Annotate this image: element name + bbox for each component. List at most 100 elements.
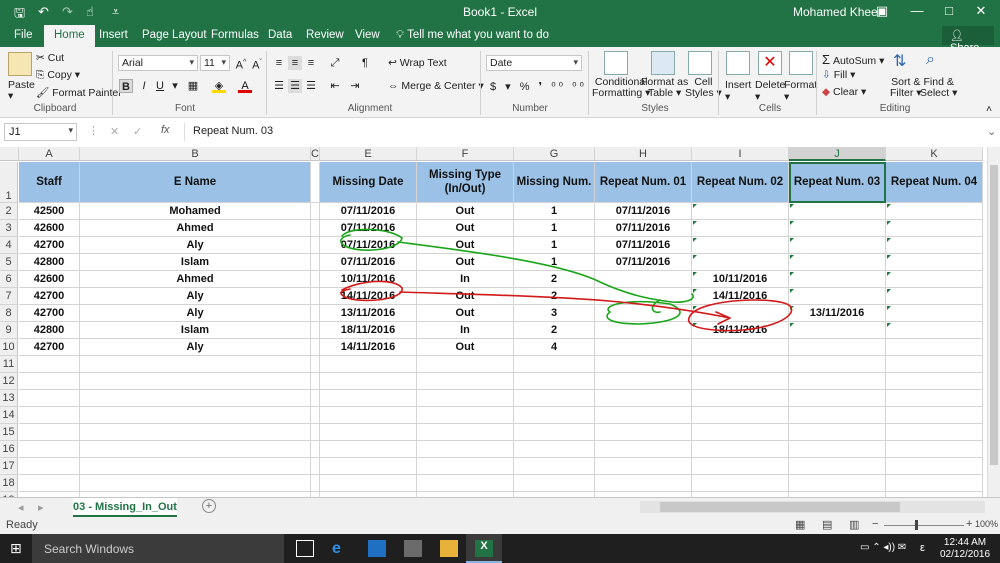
share-button[interactable]: 👤︎ Share [942,26,994,54]
font-name-select[interactable]: Arial [118,55,198,71]
cell-f8[interactable]: Out [417,305,514,322]
cell-j9[interactable] [789,322,886,339]
select-all-corner[interactable] [0,147,19,161]
cell-g15[interactable] [514,424,595,441]
cell-e3[interactable]: 07/11/2016 [320,220,417,237]
zoom-slider-thumb[interactable] [915,520,918,530]
header-cell-b[interactable]: E Name [80,162,311,203]
cell-k8[interactable] [886,305,983,322]
cell-g4[interactable]: 1 [514,237,595,254]
cell-b13[interactable] [80,390,311,407]
cell-b18[interactable] [80,475,311,492]
cell-i2[interactable] [692,203,789,220]
cell-k5[interactable] [886,254,983,271]
header-cell-k[interactable]: Repeat Num. 04 [886,162,983,203]
text-direction-icon[interactable]: ¶ [358,56,372,70]
format-as-table-icon[interactable] [651,51,675,75]
cell-c8[interactable] [311,305,320,322]
row-header-17[interactable]: 17 [0,458,18,475]
cell-i6[interactable]: 10/11/2016 [692,271,789,288]
cell-k16[interactable] [886,441,983,458]
cell-a17[interactable] [19,458,80,475]
cell-h12[interactable] [595,373,692,390]
cell-a5[interactable]: 42800 [19,254,80,271]
cell-e7[interactable]: 14/11/2016 [320,288,417,305]
cell-a3[interactable]: 42600 [19,220,80,237]
cell-f13[interactable] [417,390,514,407]
format-as-table-button[interactable]: Format as Table ▾ [641,77,688,99]
cell-a15[interactable] [19,424,80,441]
cell-j2[interactable] [789,203,886,220]
cell-f3[interactable]: Out [417,220,514,237]
cell-b5[interactable]: Islam [80,254,311,271]
paste-icon[interactable] [8,52,32,76]
cell-h9[interactable] [595,322,692,339]
find-select-button[interactable]: Find & Select ▾ [920,77,957,99]
cell-i15[interactable] [692,424,789,441]
cell-i18[interactable] [692,475,789,492]
horizontal-scrollbar[interactable] [640,501,985,513]
cell-k9[interactable] [886,322,983,339]
cell-h13[interactable] [595,390,692,407]
cell-h14[interactable] [595,407,692,424]
cell-i17[interactable] [692,458,789,475]
cell-e11[interactable] [320,356,417,373]
orientation-icon[interactable]: ⤢ [328,56,342,70]
cell-c4[interactable] [311,237,320,254]
cell-e6[interactable]: 10/11/2016 [320,271,417,288]
align-right-icon[interactable]: ☰ [304,79,318,93]
tab-view[interactable]: View [355,29,380,41]
cell-a16[interactable] [19,441,80,458]
cell-b8[interactable]: Aly [80,305,311,322]
cell-c18[interactable] [311,475,320,492]
prev-sheet-icon[interactable]: ◂ [18,501,24,514]
cell-g14[interactable] [514,407,595,424]
decrease-indent-icon[interactable]: ⇤ [328,79,342,93]
column-header-f[interactable]: F [417,147,514,161]
row-header-14[interactable]: 14 [0,407,18,424]
header-cell-f[interactable]: Missing Type (In/Out) [417,162,514,203]
header-cell-e[interactable]: Missing Date [320,162,417,203]
cell-i12[interactable] [692,373,789,390]
cell-j3[interactable] [789,220,886,237]
wrap-text-button[interactable]: ↩ Wrap Text [388,57,447,69]
cell-e13[interactable] [320,390,417,407]
row-header-16[interactable]: 16 [0,441,18,458]
tab-formulas[interactable]: Formulas [211,29,259,41]
align-left-icon[interactable]: ☰ [272,79,286,93]
h-scroll-thumb[interactable] [660,502,900,512]
task-view-icon[interactable] [296,540,314,557]
row-header-7[interactable]: 7 [0,288,18,305]
column-header-i[interactable]: I [692,147,789,161]
cell-c15[interactable] [311,424,320,441]
cell-k13[interactable] [886,390,983,407]
cell-i16[interactable] [692,441,789,458]
cancel-icon[interactable]: ✕ [110,125,119,138]
expand-formula-icon[interactable]: ⌄ [987,125,996,138]
close-button[interactable]: ✕ [966,3,996,19]
cell-j16[interactable] [789,441,886,458]
cell-g9[interactable]: 2 [514,322,595,339]
cell-e2[interactable]: 07/11/2016 [320,203,417,220]
cell-h18[interactable] [595,475,692,492]
cell-k2[interactable] [886,203,983,220]
cell-j4[interactable] [789,237,886,254]
cell-e18[interactable] [320,475,417,492]
cell-c3[interactable] [311,220,320,237]
insert-cells-icon[interactable] [726,51,750,75]
cell-c13[interactable] [311,390,320,407]
row-header-3[interactable]: 3 [0,220,18,237]
cut-button[interactable]: ✂ Cut [36,52,64,64]
clear-button[interactable]: ◆ Clear ▾ [822,86,866,98]
windows-start-icon[interactable]: ⊞ [10,540,22,557]
cell-b3[interactable]: Ahmed [80,220,311,237]
minimize-button[interactable]: — [902,3,932,18]
format-painter-button[interactable]: 🖌︎ Format Painter [36,86,122,99]
align-middle-icon[interactable]: ≡ [288,56,302,70]
normal-view-icon[interactable]: ▦ [795,518,805,531]
italic-button[interactable]: I [137,79,151,93]
number-format-buttons[interactable]: $ ▾ % ❜ ⁰⁰ ⁰⁰ [490,80,587,93]
excel-taskbar-button[interactable]: X [466,534,502,563]
cell-i9[interactable]: 18/11/2016 [692,322,789,339]
cell-a12[interactable] [19,373,80,390]
